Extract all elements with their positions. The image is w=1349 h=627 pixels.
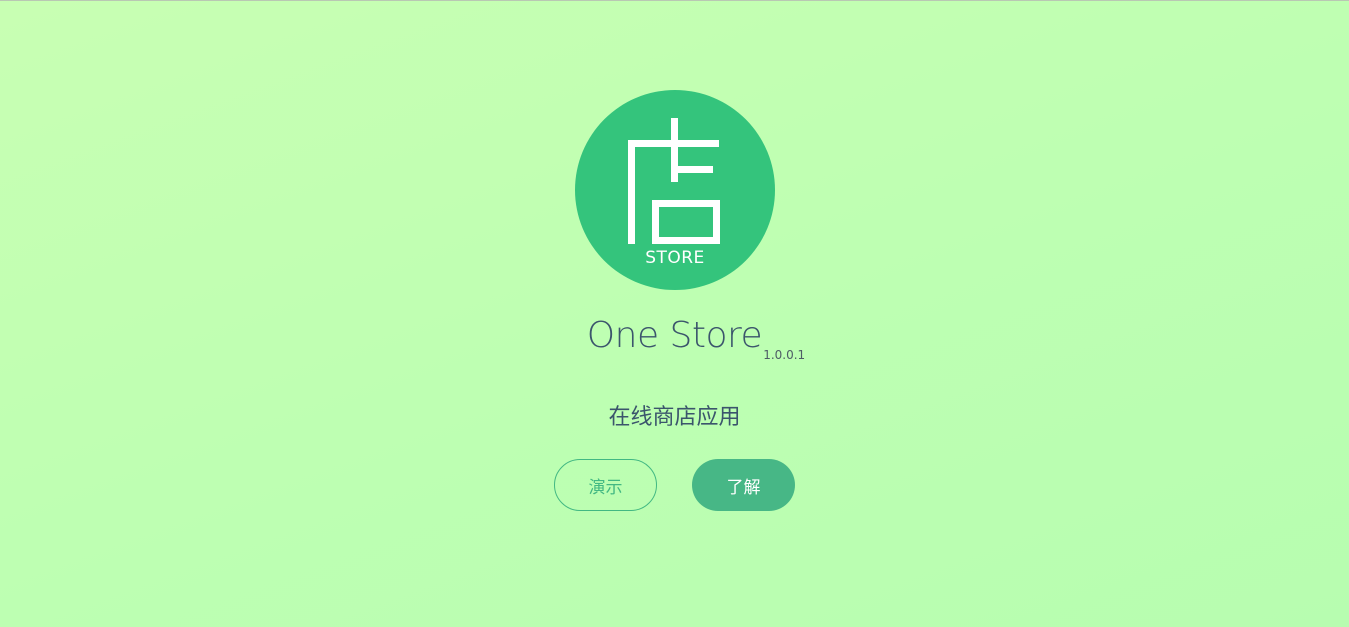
hero-section: STORE One Store 1.0.0.1 在线商店应用 演示 了解 — [0, 1, 1349, 627]
app-logo: STORE — [575, 90, 775, 290]
app-title: One Store 1.0.0.1 — [586, 315, 805, 362]
learn-more-button[interactable]: 了解 — [692, 459, 795, 511]
logo-label: STORE — [645, 248, 705, 268]
app-tagline: 在线商店应用 — [608, 405, 741, 430]
app-version: 1.0.0.1 — [763, 348, 806, 362]
app-name: One Store — [586, 315, 763, 356]
title-row: One Store 1.0.0.1 — [0, 315, 1349, 362]
demo-button[interactable]: 演示 — [554, 459, 657, 511]
